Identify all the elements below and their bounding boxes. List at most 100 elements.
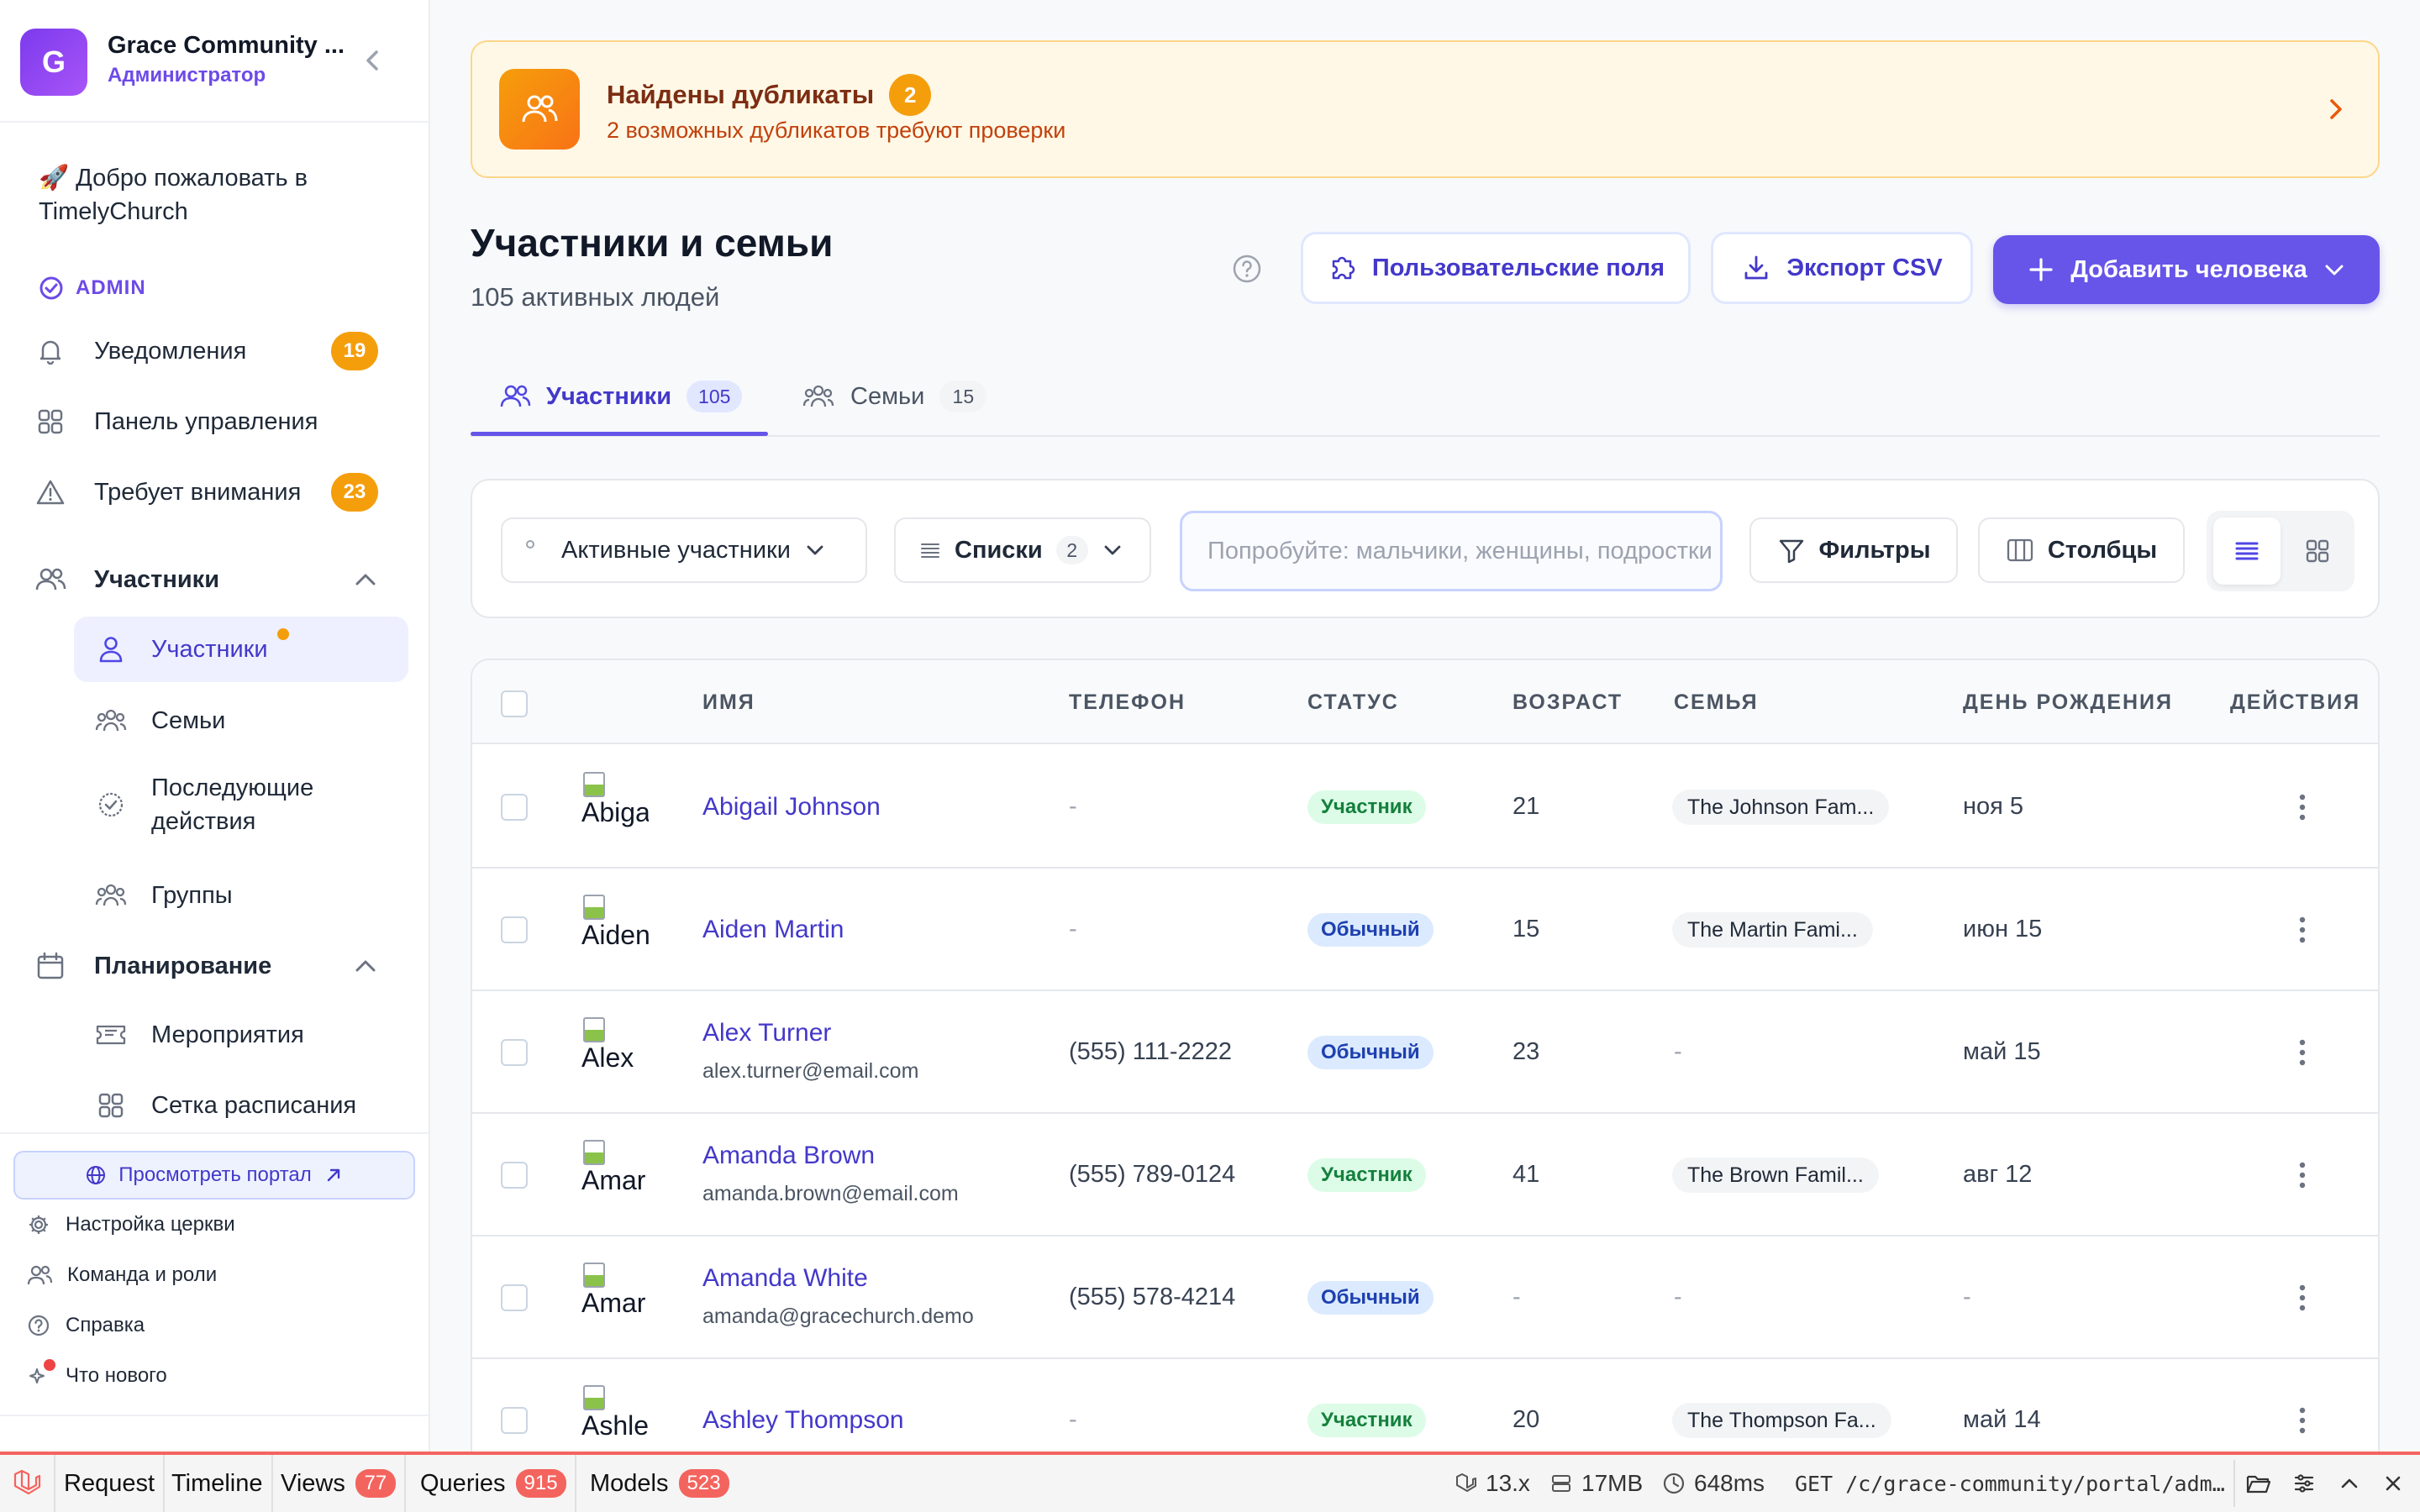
person-name-link[interactable]: Abigail Johnson: [702, 793, 881, 822]
family-chip[interactable]: The Thompson Fa...: [1672, 1403, 1891, 1438]
table-row[interactable]: Abiga Abigail Johnson - Участник 21 The Johns…: [472, 746, 2378, 869]
row-actions-button[interactable]: [2297, 915, 2307, 945]
debugbar-open-button[interactable]: [2245, 1455, 2272, 1512]
table-row[interactable]: Alex Alex Turner alex.turner@email.com (555…: [472, 991, 2378, 1114]
person-name-link[interactable]: Alex Turner: [702, 1019, 831, 1047]
avatar-alt-text: Ashle: [581, 1410, 649, 1441]
table-row[interactable]: Aiden Aiden Martin - Обычный 15 The Martin Fa…: [472, 869, 2378, 991]
debugbar-logo[interactable]: [0, 1455, 55, 1512]
debugbar-tab-request[interactable]: Request: [55, 1455, 166, 1512]
attention-count-badge: 23: [331, 473, 378, 512]
row-checkbox[interactable]: [501, 794, 528, 821]
row-checkbox[interactable]: [501, 1039, 528, 1066]
debugbar-route[interactable]: GET /c/grace-community/portal/adm…: [1795, 1455, 2232, 1512]
filters-button[interactable]: Фильтры: [1749, 517, 1958, 583]
custom-fields-button[interactable]: Пользовательские поля: [1301, 232, 1691, 304]
debugbar-settings-button[interactable]: [2292, 1455, 2316, 1512]
avatar: Amar: [581, 1140, 649, 1207]
debugbar-tab-label: Request: [64, 1469, 155, 1497]
age-cell: 20: [1512, 1406, 1540, 1433]
org-name[interactable]: Grace Community ...: [108, 32, 345, 60]
row-actions-button[interactable]: [2297, 1037, 2307, 1068]
users-icon: [27, 1265, 52, 1285]
sidebar-item-families[interactable]: Семьи: [74, 692, 408, 749]
column-header-phone[interactable]: ТЕЛЕФОН: [1069, 690, 1186, 715]
phone-cell: (555) 578-4214: [1069, 1284, 1236, 1310]
column-header-age[interactable]: ВОЗРАСТ: [1512, 690, 1623, 715]
debugbar-tab-views[interactable]: Views 77: [272, 1455, 406, 1512]
row-checkbox[interactable]: [501, 916, 528, 943]
age-cell: 41: [1512, 1161, 1540, 1188]
row-actions-button[interactable]: [2297, 1160, 2307, 1190]
person-name-link[interactable]: Amanda White: [702, 1264, 868, 1293]
grid-icon: [38, 409, 63, 434]
row-checkbox[interactable]: [501, 1284, 528, 1311]
birthday-cell: -: [1963, 1284, 1971, 1310]
help-button[interactable]: [1232, 254, 1262, 284]
sidebar-item-help[interactable]: Справка: [27, 1314, 145, 1337]
laravel-icon: [1456, 1473, 1476, 1492]
duplicates-banner[interactable]: Найдены дубликаты 2 2 возможных дубликат…: [471, 40, 2380, 178]
sidebar-item-dashboard[interactable]: Панель управления: [34, 393, 403, 450]
duplicates-open-button[interactable]: [2326, 94, 2346, 124]
select-all-checkbox[interactable]: [501, 690, 528, 717]
columns-button[interactable]: Столбцы: [1978, 517, 2185, 583]
person-name-link[interactable]: Amanda Brown: [702, 1142, 875, 1170]
collapse-sidebar-button[interactable]: [361, 45, 385, 76]
family-icon: [802, 385, 834, 407]
row-actions-button[interactable]: [2297, 792, 2307, 822]
tab-count: 105: [687, 381, 743, 412]
column-header-family[interactable]: СЕМЬЯ: [1674, 690, 1759, 715]
row-checkbox[interactable]: [501, 1162, 528, 1189]
tab-families[interactable]: Семьи 15: [802, 373, 987, 420]
debugbar-version-value: 13.x: [1486, 1470, 1530, 1496]
list-view-button[interactable]: [2213, 517, 2281, 585]
sidebar-item-notifications[interactable]: Уведомления 19: [34, 323, 403, 380]
sidebar-item-groups[interactable]: Группы: [74, 867, 408, 924]
sidebar-item-church-settings[interactable]: Настройка церкви: [27, 1213, 235, 1236]
org-logo[interactable]: G: [20, 29, 87, 96]
row-actions-button[interactable]: [2297, 1405, 2307, 1436]
person-name-link[interactable]: Aiden Martin: [702, 916, 844, 944]
sidebar-item-followups[interactable]: Последующие действия: [74, 764, 408, 845]
table-row[interactable]: Amar Amanda White amanda@gracechurch.demo (…: [472, 1236, 2378, 1359]
tab-members[interactable]: Участники 105: [499, 373, 743, 420]
avatar-alt-text: Alex: [581, 1042, 634, 1073]
row-checkbox[interactable]: [501, 1407, 528, 1434]
column-header-status[interactable]: СТАТУС: [1307, 690, 1399, 715]
export-csv-button[interactable]: Экспорт CSV: [1711, 232, 1973, 304]
sidebar-item-members[interactable]: Участники: [74, 617, 408, 682]
grid-view-button[interactable]: [2287, 517, 2348, 585]
column-header-birthday[interactable]: ДЕНЬ РОЖДЕНИЯ: [1963, 690, 2173, 715]
sidebar-item-whats-new[interactable]: Что нового: [27, 1359, 167, 1388]
lists-select[interactable]: Списки 2: [894, 517, 1151, 583]
row-actions-button[interactable]: [2297, 1283, 2307, 1313]
search-input[interactable]: Попробуйте: мальчики, женщины, подростки: [1180, 511, 1723, 591]
family-chip[interactable]: The Johnson Fam...: [1672, 790, 1890, 825]
tab-label: Семьи: [850, 382, 925, 410]
debugbar-tab-queries[interactable]: Queries 915: [412, 1455, 576, 1512]
debugbar-tab-models[interactable]: Models 523: [581, 1455, 738, 1512]
family-chip[interactable]: The Martin Fami...: [1672, 912, 1873, 948]
debugbar-close-button[interactable]: [2381, 1455, 2405, 1512]
duplicates-title-text: Найдены дубликаты: [607, 80, 875, 109]
column-header-name[interactable]: ИМЯ: [702, 690, 755, 715]
segment-select[interactable]: Активные участники: [501, 517, 867, 583]
view-portal-button[interactable]: Просмотреть портал: [13, 1151, 415, 1200]
person-name-link[interactable]: Ashley Thompson: [702, 1406, 904, 1435]
sidebar-section-members[interactable]: Участники: [34, 551, 403, 608]
table-row[interactable]: Ashle Ashley Thompson - Участник 20 The Thomp…: [472, 1359, 2378, 1463]
sidebar-item-team-roles[interactable]: Команда и роли: [27, 1263, 217, 1287]
welcome-message[interactable]: 🚀 Добро пожаловать в TimelyChurch: [39, 161, 392, 228]
table-row[interactable]: Amar Amanda Brown amanda.brown@email.com (5…: [472, 1114, 2378, 1236]
debugbar-tab-timeline[interactable]: Timeline: [163, 1455, 273, 1512]
sidebar-section-planning[interactable]: Планирование: [34, 937, 403, 995]
add-person-button[interactable]: Добавить человека: [1993, 235, 2380, 304]
debugbar-maximize-button[interactable]: [2338, 1455, 2361, 1512]
sidebar-item-attention[interactable]: Требует внимания 23: [34, 464, 403, 521]
clock-icon: [1663, 1473, 1685, 1494]
sidebar-item-schedule-grid[interactable]: Сетка расписания: [74, 1077, 408, 1134]
grid-icon: [98, 1093, 124, 1118]
family-chip[interactable]: The Brown Famil...: [1672, 1158, 1879, 1193]
sidebar-item-events[interactable]: Мероприятия: [74, 1006, 408, 1063]
